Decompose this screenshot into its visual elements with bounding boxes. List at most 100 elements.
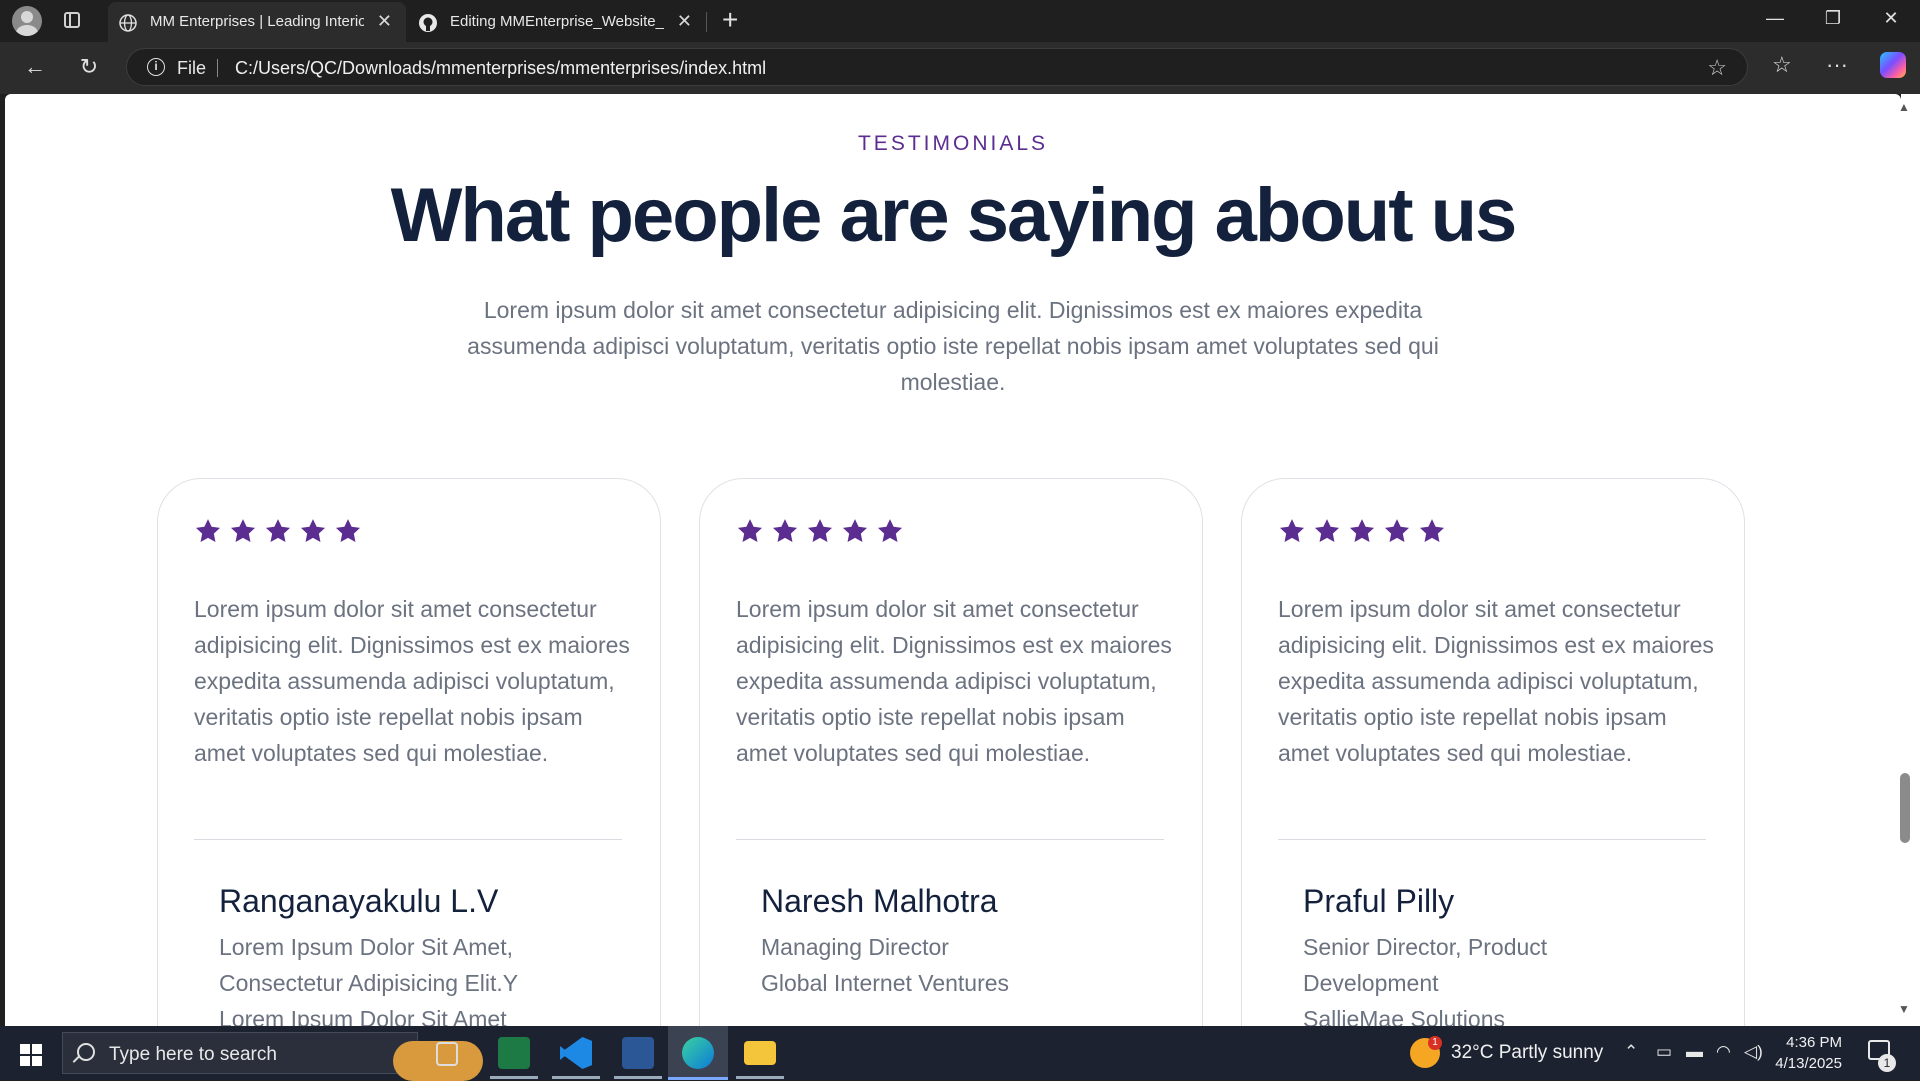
testimonial-quote: Lorem ipsum dolor sit amet consectetur a… [1278, 596, 1714, 766]
tab-github-editing[interactable]: Editing MMEnterprise_Website_pr ✕ [408, 2, 706, 42]
address-separator [217, 59, 218, 77]
tab-separator [706, 12, 707, 32]
star-icon [265, 519, 291, 542]
file-explorer-icon[interactable] [744, 1041, 776, 1065]
windows-taskbar: Type here to search 1 32°C Partly sunny … [0, 1026, 1920, 1081]
tab-label: Editing MMEnterprise_Website_pr [450, 13, 664, 30]
testimonial-card: Lorem ipsum dolor sit amet consectetur a… [1241, 478, 1745, 1026]
star-rating [194, 517, 362, 545]
globe-icon [119, 14, 137, 32]
info-icon[interactable]: i [147, 58, 165, 76]
close-window-button[interactable]: ✕ [1868, 8, 1914, 29]
testimonial-role: Lorem Ipsum Dolor Sit Amet, Consectetur … [219, 929, 619, 1026]
weather-condition: Partly sunny [1498, 1042, 1604, 1063]
favorite-star-icon[interactable]: ☆ [1707, 55, 1727, 81]
excel-icon[interactable] [498, 1037, 530, 1069]
star-icon [1349, 519, 1375, 542]
role-line: Managing Director [761, 934, 949, 960]
vscode-icon[interactable] [560, 1037, 592, 1069]
star-icon [335, 519, 361, 542]
address-bar[interactable]: i File C:/Users/QC/Downloads/mmenterpris… [126, 48, 1748, 86]
tab-label: MM Enterprises | Leading Interior [150, 13, 364, 30]
tab-actions-icon[interactable] [64, 12, 80, 28]
favorites-icon[interactable]: ☆ [1772, 52, 1792, 78]
role-line: Global Internet Ventures [761, 970, 1010, 996]
close-tab-icon[interactable]: ✕ [677, 11, 692, 32]
testimonial-card: Lorem ipsum dolor sit amet consectetur a… [157, 478, 661, 1026]
minimize-button[interactable]: — [1752, 8, 1798, 29]
scheme-label: File [177, 58, 207, 78]
excel-running-indicator [490, 1076, 538, 1079]
taskbar-search-box[interactable]: Type here to search [62, 1032, 483, 1081]
notification-count-badge: 1 [1878, 1054, 1896, 1072]
meet-now-icon[interactable]: ▭ [1656, 1042, 1672, 1062]
star-icon [300, 519, 326, 542]
section-eyebrow: TESTIMONIALS [857, 132, 1049, 155]
card-divider [194, 839, 622, 840]
testimonial-name: Naresh Malhotra [761, 883, 998, 919]
search-placeholder: Type here to search [109, 1044, 277, 1065]
star-icon [842, 519, 868, 542]
star-icon [877, 519, 903, 542]
star-icon [1279, 519, 1305, 542]
close-tab-icon[interactable]: ✕ [377, 11, 392, 32]
weather-widget[interactable]: 32°C Partly sunny [1451, 1042, 1603, 1064]
new-tab-button[interactable]: + [722, 4, 738, 36]
testimonial-name: Praful Pilly [1303, 883, 1455, 919]
section-intro: Lorem ipsum dolor sit amet consectetur a… [467, 297, 1439, 395]
tab-mm-enterprises[interactable]: MM Enterprises | Leading Interior ✕ [108, 2, 406, 42]
card-divider [1278, 839, 1706, 840]
browser-toolbar: ← ↻ i File C:/Users/QC/Downloads/mmenter… [0, 42, 1920, 94]
testimonial-name: Ranganayakulu L.V [219, 883, 499, 919]
scrollbar-thumb[interactable] [1900, 773, 1910, 843]
star-icon [1419, 519, 1445, 542]
role-line: Lorem Ipsum Dolor Sit Amet, [219, 934, 513, 960]
vertical-scrollbar[interactable] [1901, 94, 1920, 1026]
star-icon [772, 519, 798, 542]
copilot-icon[interactable] [1880, 52, 1906, 78]
star-icon [737, 519, 763, 542]
testimonial-role: Senior Director, Product Development Sal… [1303, 929, 1703, 1026]
task-view-icon[interactable] [436, 1042, 458, 1066]
testimonial-quote: Lorem ipsum dolor sit amet consectetur a… [194, 596, 630, 766]
star-icon [195, 519, 221, 542]
testimonial-role: Managing Director Global Internet Ventur… [761, 929, 1161, 1001]
word-icon[interactable] [622, 1037, 654, 1069]
profile-avatar-icon[interactable] [12, 6, 42, 36]
url-text[interactable]: C:/Users/QC/Downloads/mmenterprises/mmen… [235, 58, 766, 79]
testimonial-card: Lorem ipsum dolor sit amet consectetur a… [699, 478, 1203, 1026]
role-line: SallieMae Solutions [1303, 1006, 1506, 1026]
clock-date: 4/13/2025 [1775, 1055, 1842, 1072]
edge-icon[interactable] [682, 1037, 714, 1069]
explorer-running-indicator [736, 1076, 784, 1079]
system-clock[interactable]: 4:36 PM 4/13/2025 [1772, 1032, 1842, 1074]
back-icon[interactable]: ← [20, 54, 50, 80]
search-icon [77, 1043, 95, 1061]
wifi-icon[interactable]: ◠ [1716, 1042, 1731, 1062]
role-line: Senior Director, Product [1303, 934, 1548, 960]
more-icon[interactable]: ··· [1826, 52, 1848, 78]
scroll-up-icon[interactable]: ▲ [1898, 100, 1910, 114]
weather-temperature: 32°C [1451, 1042, 1494, 1063]
scroll-down-icon[interactable]: ▼ [1898, 1002, 1910, 1016]
windows-start-icon[interactable] [20, 1044, 42, 1066]
role-line: Development [1303, 970, 1439, 996]
role-line: Lorem Ipsum Dolor Sit Amet [219, 1006, 507, 1026]
card-divider [736, 839, 1164, 840]
volume-icon[interactable]: ◁) [1744, 1042, 1763, 1062]
testimonial-quote: Lorem ipsum dolor sit amet consectetur a… [736, 596, 1172, 766]
clock-time: 4:36 PM [1786, 1034, 1842, 1051]
vscode-running-indicator [552, 1076, 600, 1079]
refresh-icon[interactable]: ↻ [74, 54, 104, 80]
show-hidden-icons-icon[interactable]: ⌃ [1624, 1042, 1638, 1062]
section-headline: What people are saying about us [390, 173, 1518, 258]
battery-icon[interactable]: ▬ [1686, 1042, 1703, 1062]
star-icon [230, 519, 256, 542]
restore-button[interactable]: ❐ [1810, 8, 1856, 29]
star-rating [736, 517, 904, 545]
browser-title-bar: MM Enterprises | Leading Interior ✕ Edit… [0, 0, 1920, 42]
star-icon [1384, 519, 1410, 542]
star-icon [807, 519, 833, 542]
page-viewport: TESTIMONIALS What people are saying abou… [5, 94, 1901, 1026]
github-icon [419, 14, 437, 32]
